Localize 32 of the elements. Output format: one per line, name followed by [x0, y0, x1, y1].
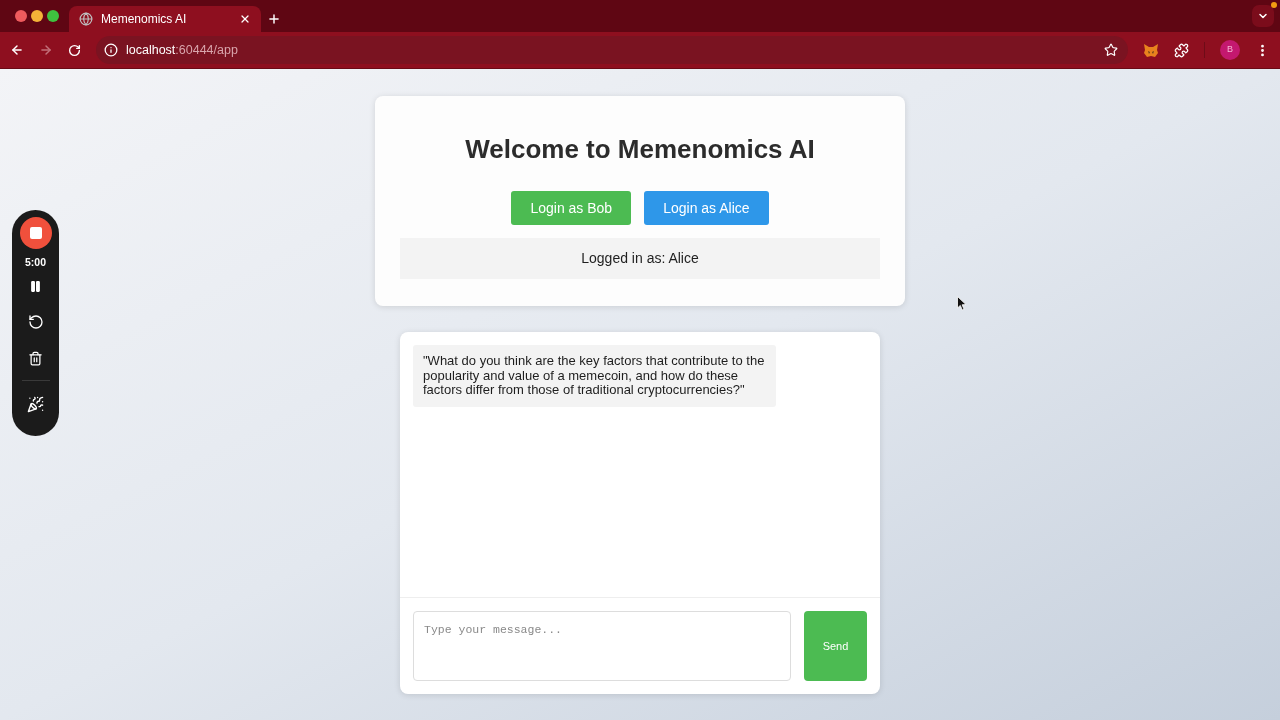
puzzle-icon[interactable] — [1174, 42, 1189, 58]
maximize-window-icon[interactable] — [47, 10, 59, 22]
login-button[interactable]: Login as Alice — [644, 191, 769, 225]
undo-icon[interactable] — [27, 314, 44, 330]
reload-icon[interactable] — [68, 43, 81, 57]
forward-icon[interactable] — [39, 43, 53, 57]
address-bar[interactable]: localhost:60444/app — [96, 36, 1128, 64]
welcome-title: Welcome to Memenomics AI — [465, 134, 815, 164]
party-popper-icon[interactable] — [27, 396, 44, 413]
close-window-icon[interactable] — [15, 10, 27, 22]
url-text: localhost:60444/app — [126, 41, 238, 59]
chevron-down-icon[interactable] — [1252, 5, 1274, 27]
browser-tab[interactable]: Memenomics AI — [69, 6, 261, 32]
pause-icon[interactable] — [29, 280, 42, 293]
trash-icon[interactable] — [28, 351, 43, 366]
chat-message: "What do you think are the key factors that contribute to the popularity and value of a memecoin, and how do these factors differ from those of traditional cryptocurrencies?" — [413, 345, 776, 407]
message-input[interactable]: Type your message... — [413, 611, 791, 681]
login-button[interactable]: Login as Bob — [511, 191, 632, 225]
login-status: Logged in as: Alice — [400, 238, 880, 279]
globe-icon — [79, 12, 93, 26]
stop-record-icon[interactable] — [19, 217, 52, 249]
site-info-icon[interactable] — [104, 43, 118, 57]
send-button[interactable]: Send — [804, 611, 867, 681]
mouse-pointer-icon — [957, 296, 967, 311]
new-tab-icon[interactable] — [267, 12, 281, 26]
fox-icon[interactable] — [1143, 42, 1159, 58]
recording-timer: 5:00 — [25, 256, 46, 268]
profile-avatar[interactable]: B — [1220, 40, 1240, 60]
close-tab-icon[interactable] — [239, 13, 251, 25]
back-icon[interactable] — [10, 43, 24, 57]
bookmark-star-icon[interactable] — [1104, 43, 1118, 57]
minimize-window-icon[interactable] — [31, 10, 43, 22]
